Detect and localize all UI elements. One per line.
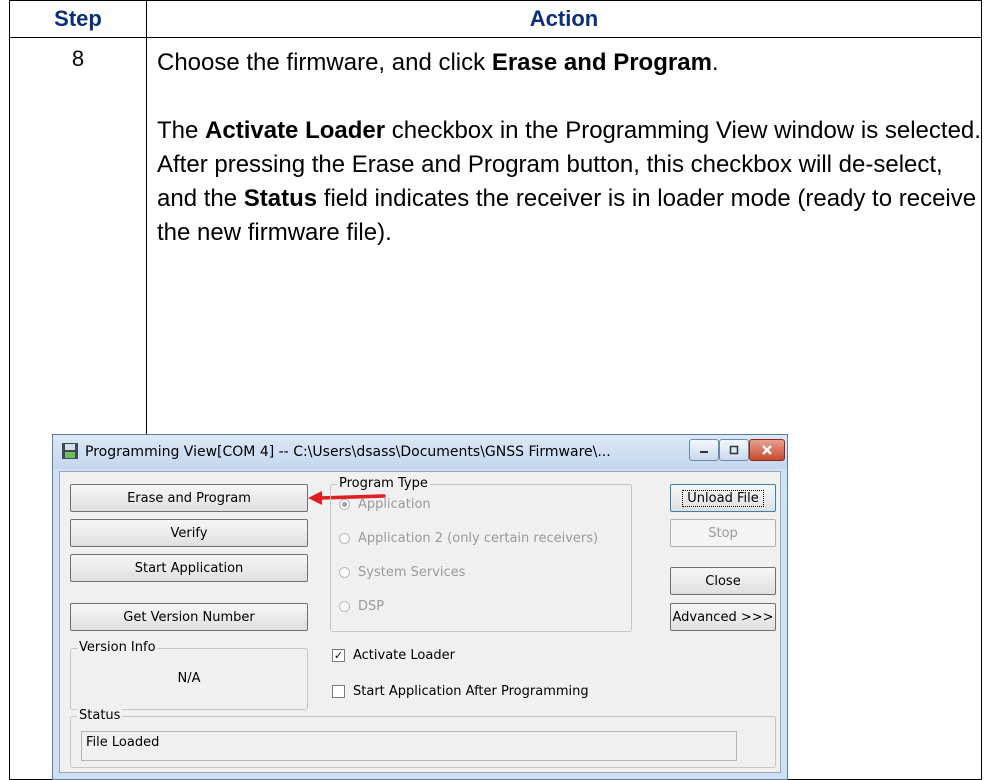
empty-checkbox-icon [332, 685, 345, 698]
minimize-button[interactable] [689, 439, 719, 461]
unload-file-button[interactable]: Unload File [670, 484, 776, 512]
header-step: Step [9, 0, 147, 38]
advanced-button[interactable]: Advanced >>> [670, 603, 776, 631]
header-action: Action [146, 0, 982, 38]
program-type-group: Program Type Application Application 2 (… [330, 476, 632, 632]
get-version-number-button[interactable]: Get Version Number [70, 603, 308, 631]
radio-dot [339, 533, 350, 544]
erase-and-program-button[interactable]: Erase and Program [70, 484, 308, 512]
title-bar[interactable]: Programming View[COM 4] -- C:\Users\dsas… [53, 435, 787, 469]
radio-dot [339, 499, 350, 510]
version-info-group: Version Info N/A [70, 640, 308, 710]
version-info-value: N/A [177, 671, 201, 686]
radio-system-services[interactable]: System Services [339, 565, 465, 580]
close-button[interactable]: Close [670, 567, 776, 595]
close-window-button[interactable] [749, 439, 785, 461]
maximize-icon [729, 445, 739, 455]
dialog-client-area: Erase and Program Verify Start Applicati… [59, 471, 781, 773]
status-group: Status File Loaded [70, 708, 776, 768]
activate-loader-checkbox[interactable]: ✓ Activate Loader [332, 648, 455, 663]
instruction-paragraph-2: The Activate Loader checkbox in the Prog… [157, 117, 981, 246]
start-application-button[interactable]: Start Application [70, 554, 308, 582]
instruction-paragraph-1: Choose the firmware, and click Erase and… [157, 49, 719, 76]
radio-dot [339, 601, 350, 612]
program-type-label: Program Type [337, 476, 430, 491]
maximize-button[interactable] [719, 439, 749, 461]
close-icon [762, 445, 772, 455]
checkmark-icon: ✓ [332, 649, 345, 662]
programming-view-window: Programming View[COM 4] -- C:\Users\dsas… [52, 434, 788, 780]
minimize-icon [700, 451, 708, 453]
status-label: Status [77, 708, 123, 723]
version-info-label: Version Info [77, 640, 158, 655]
radio-dsp[interactable]: DSP [339, 599, 384, 614]
verify-button[interactable]: Verify [70, 519, 308, 547]
floppy-disk-icon [62, 443, 78, 459]
radio-application[interactable]: Application [339, 497, 431, 512]
stop-button[interactable]: Stop [670, 519, 776, 547]
start-after-programming-checkbox[interactable]: Start Application After Programming [332, 684, 589, 699]
radio-application-2[interactable]: Application 2 (only certain receivers) [339, 531, 598, 546]
status-field: File Loaded [81, 731, 737, 761]
window-title: Programming View[COM 4] -- C:\Users\dsas… [85, 444, 611, 460]
radio-dot [339, 567, 350, 578]
